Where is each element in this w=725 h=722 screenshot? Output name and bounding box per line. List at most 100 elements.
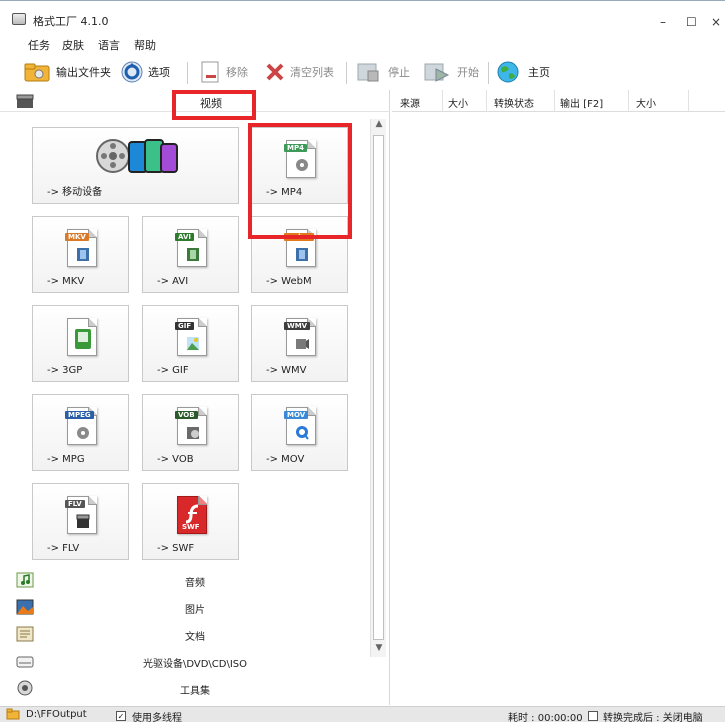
category-audio[interactable]: 音频 [0,567,390,594]
wmv-file-icon: WMV [284,318,316,356]
category-toolbox[interactable]: 工具集 [0,675,390,702]
category-optical-disc[interactable]: 光驱设备\DVD\CD\ISO [0,648,390,675]
close-button[interactable]: × [711,15,721,29]
tile-label: -> FLV [47,543,80,554]
highlight-box-mp4 [248,123,352,239]
film-clapper-icon [16,94,34,108]
menu-language[interactable]: 语言 [98,37,120,53]
column-output[interactable]: 输出 [F2] [560,95,603,110]
stop-label: 停止 [388,66,410,79]
tile-label: -> VOB [157,454,194,465]
column-separator [554,90,555,112]
home-label: 主页 [528,66,550,79]
vob-file-icon: VOB [175,407,207,445]
clear-list-button[interactable]: 清空列表 [264,60,334,84]
maximize-button[interactable]: ☐ [686,15,697,29]
output-path: D:\FFOutput [26,709,87,720]
clear-list-label: 清空列表 [290,66,334,79]
column-output-size[interactable]: 大小 [636,95,656,110]
output-folder-small-icon[interactable] [6,708,20,722]
home-button[interactable]: 主页 [496,60,550,84]
output-folder-label: 输出文件夹 [56,66,111,79]
title-bar: 格式工厂 4.1.0 – ☐ × [0,0,725,34]
mkv-file-icon: MKV [65,229,97,267]
column-size[interactable]: 大小 [448,95,468,110]
folder-icon [24,63,50,82]
multithread-label: 使用多线程 [132,713,182,722]
tile-label: -> MOV [266,454,305,465]
tile-label: -> WebM [266,276,312,287]
tile-label: -> 移动设备 [47,187,103,198]
stop-button[interactable]: 停止 [356,60,410,84]
mpg-file-icon: MPEG [65,407,97,445]
scroll-up-arrow-icon[interactable]: ▲ [371,119,387,133]
tile-avi[interactable]: AVI -> AVI [142,216,239,293]
tile-mov[interactable]: MOV -> MOV [251,394,348,471]
category-document-label: 文档 [185,632,205,643]
toolbar-separator [187,62,188,84]
app-icon [12,13,26,25]
start-button[interactable]: 开始 [423,60,479,84]
tile-mpg[interactable]: MPEG -> MPG [32,394,129,471]
start-label: 开始 [457,66,479,79]
elapsed-time: 耗时 : 00:00:00 [508,713,583,722]
mov-file-icon: MOV [284,407,316,445]
menu-bar: 任务 皮肤 语言 帮助 [0,34,725,54]
swf-file-icon: SWF [177,496,207,534]
task-list-header: 来源 大小 转换状态 输出 [F2] 大小 [392,90,725,112]
conversion-panel: 视频 -> 移动设备 MP4 -> MP4 MKV -> MKV AVI -> … [0,90,390,705]
window-title: 格式工厂 4.1.0 [33,15,109,28]
task-list-area[interactable] [392,113,725,705]
tile-label: -> AVI [157,276,189,287]
3gp-file-icon [67,318,97,356]
category-document[interactable]: 文档 [0,621,390,648]
remove-button[interactable]: 移除 [198,60,248,84]
category-image-label: 图片 [185,605,205,616]
tile-label: -> MPG [47,454,85,465]
tile-mobile-device[interactable]: -> 移动设备 [32,127,239,204]
options-button[interactable]: 选项 [120,60,170,84]
toolbar: 输出文件夹 选项 移除 清空列表 停止 开始 主页 [0,56,725,88]
category-audio-label: 音频 [185,578,205,589]
menu-task[interactable]: 任务 [28,37,50,53]
tile-label: -> 3GP [47,365,83,376]
tile-label: -> WMV [266,365,307,376]
category-image[interactable]: 图片 [0,594,390,621]
home-globe-icon [497,61,519,83]
tile-label: -> MKV [47,276,85,287]
tile-mkv[interactable]: MKV -> MKV [32,216,129,293]
category-toolbox-label: 工具集 [180,686,210,697]
stop-icon [357,63,379,82]
category-optical-disc-label: 光驱设备\DVD\CD\ISO [142,659,248,670]
column-source[interactable]: 来源 [400,95,420,110]
remove-icon [201,61,219,83]
scroll-thumb[interactable] [373,135,384,640]
tile-3gp[interactable]: -> 3GP [32,305,129,382]
start-icon [424,63,450,82]
tile-vob[interactable]: VOB -> VOB [142,394,239,471]
column-separator [628,90,629,112]
status-bar: D:\FFOutput ✓ 使用多线程 耗时 : 00:00:00 转换完成后 … [0,706,725,722]
tile-flv[interactable]: FLV -> FLV [32,483,129,560]
minimize-button[interactable]: – [660,15,666,29]
column-separator [688,90,689,112]
options-icon [121,61,143,83]
tile-label: -> SWF [157,543,195,554]
after-convert-label: 转换完成后 : 关闭电脑 [603,713,703,722]
toolbar-separator [488,62,489,84]
gif-file-icon: GIF [175,318,207,356]
options-label: 选项 [148,66,170,79]
tile-wmv[interactable]: WMV -> WMV [251,305,348,382]
avi-file-icon: AVI [175,229,207,267]
tile-swf[interactable]: SWF -> SWF [142,483,239,560]
clear-list-icon [266,63,284,81]
mobile-device-icon [96,139,178,173]
menu-help[interactable]: 帮助 [134,37,156,53]
menu-skin[interactable]: 皮肤 [62,37,84,53]
column-separator [486,90,487,112]
tile-gif[interactable]: GIF -> GIF [142,305,239,382]
column-status[interactable]: 转换状态 [494,95,534,110]
flv-file-icon: FLV [65,496,97,534]
remove-label: 移除 [226,66,248,79]
output-folder-button[interactable]: 输出文件夹 [24,60,111,84]
